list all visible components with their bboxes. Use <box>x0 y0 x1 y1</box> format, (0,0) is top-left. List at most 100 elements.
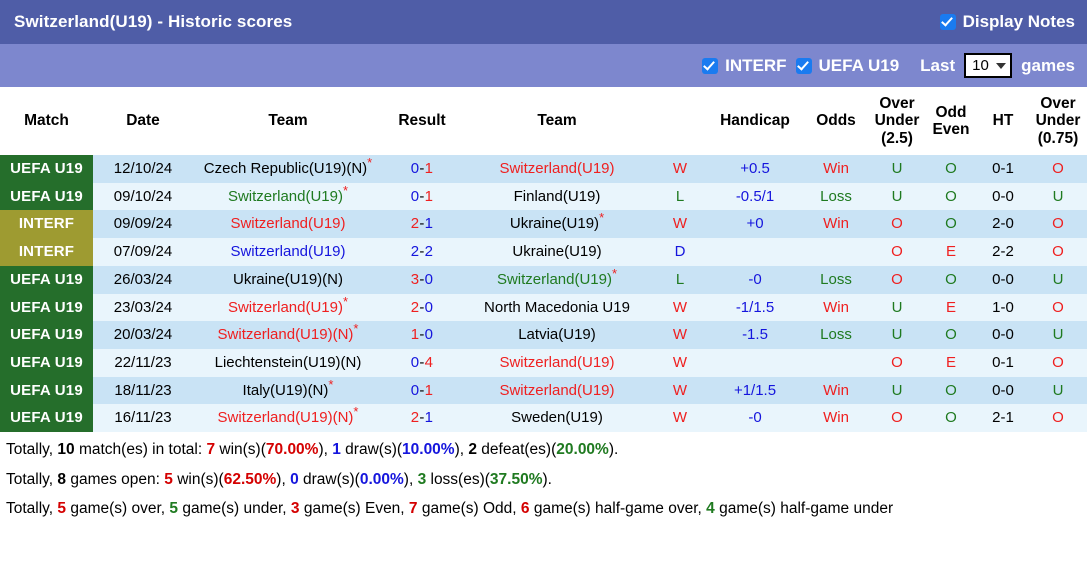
cell-team-away[interactable]: Finland(U19) <box>461 183 653 211</box>
cell-score: 1-0 <box>383 321 461 349</box>
table-row[interactable]: UEFA U1909/10/24Switzerland(U19)*0-1Finl… <box>0 183 1087 211</box>
cell-over-under-075: O <box>1029 349 1087 377</box>
uefa-filter[interactable]: UEFA U19 <box>796 56 900 76</box>
col-header-over-under-075[interactable]: Over Under (0.75) <box>1029 87 1087 155</box>
cell-odds: Win <box>803 210 869 238</box>
cell-team-away[interactable]: Switzerland(U19) <box>461 155 653 183</box>
last-label: Last <box>920 56 955 76</box>
page-title: Switzerland(U19) - Historic scores <box>14 12 292 32</box>
summary-l3-half-under: 4 <box>706 500 715 517</box>
table-row[interactable]: UEFA U1912/10/24Czech Republic(U19)(N)*0… <box>0 155 1087 183</box>
cell-match-type[interactable]: UEFA U19 <box>0 155 93 183</box>
cell-team-home[interactable]: Switzerland(U19) <box>193 210 383 238</box>
cell-over-under-25: U <box>869 183 925 211</box>
table-row[interactable]: INTERF09/09/24Switzerland(U19)2-1Ukraine… <box>0 210 1087 238</box>
table-row[interactable]: UEFA U1926/03/24Ukraine(U19)(N)3-0Switze… <box>0 266 1087 294</box>
score-away: 1 <box>425 215 434 232</box>
cell-team-away[interactable]: Ukraine(U19) <box>461 238 653 266</box>
cell-match-type[interactable]: UEFA U19 <box>0 266 93 294</box>
table-row[interactable]: UEFA U1916/11/23Switzerland(U19)(N)*2-1S… <box>0 404 1087 432</box>
team-home-name: Switzerland(U19)(N) <box>218 409 354 426</box>
score-away: 1 <box>425 160 434 177</box>
ou075-line2: Under <box>1036 112 1081 129</box>
cell-match-type[interactable]: UEFA U19 <box>0 294 93 322</box>
display-notes-checkbox-icon[interactable] <box>940 14 956 30</box>
cell-team-home[interactable]: Switzerland(U19)* <box>193 294 383 322</box>
table-row[interactable]: UEFA U1922/11/23Liechtenstein(U19)(N)0-4… <box>0 349 1087 377</box>
summary-l2-total: 8 <box>57 471 66 488</box>
cell-team-away[interactable]: North Macedonia U19 <box>461 294 653 322</box>
col-header-over-under-25[interactable]: Over Under (2.5) <box>869 87 925 155</box>
team-away-name: Ukraine(U19) <box>510 215 599 232</box>
cell-match-type[interactable]: UEFA U19 <box>0 349 93 377</box>
cell-over-under-075: O <box>1029 294 1087 322</box>
summary-l2-p5: draw(s)( <box>299 471 360 488</box>
table-row[interactable]: UEFA U1923/03/24Switzerland(U19)*2-0Nort… <box>0 294 1087 322</box>
team-home-name: Liechtenstein(U19)(N) <box>215 354 362 371</box>
cell-team-away[interactable]: Switzerland(U19) <box>461 349 653 377</box>
table-row[interactable]: UEFA U1918/11/23Italy(U19)(N)*0-1Switzer… <box>0 377 1087 405</box>
cell-match-type[interactable]: INTERF <box>0 210 93 238</box>
col-header-odds[interactable]: Odds <box>803 87 869 155</box>
cell-match-type[interactable]: UEFA U19 <box>0 183 93 211</box>
summary-l1-p2: match(es) in total: <box>75 441 207 458</box>
cell-team-home[interactable]: Ukraine(U19)(N) <box>193 266 383 294</box>
summary-l3-p7: game(s) half-game under <box>715 500 893 517</box>
cell-team-away[interactable]: Switzerland(U19) <box>461 377 653 405</box>
cell-odds: Win <box>803 155 869 183</box>
cell-team-home[interactable]: Liechtenstein(U19)(N) <box>193 349 383 377</box>
games-count-select[interactable]: 10 <box>964 53 1012 78</box>
cell-over-under-075: O <box>1029 404 1087 432</box>
cell-team-home[interactable]: Italy(U19)(N)* <box>193 377 383 405</box>
table-row[interactable]: UEFA U1920/03/24Switzerland(U19)(N)*1-0L… <box>0 321 1087 349</box>
historic-scores-table: Match Date Team Result Team Handicap Odd… <box>0 87 1087 432</box>
summary-l1-p1: Totally, <box>6 441 57 458</box>
cell-match-type[interactable]: INTERF <box>0 238 93 266</box>
summary-l1-p7: defeat(es)( <box>477 441 556 458</box>
score-away: 1 <box>425 382 434 399</box>
interf-filter[interactable]: INTERF <box>702 56 786 76</box>
col-header-handicap[interactable]: Handicap <box>707 87 803 155</box>
col-header-ht[interactable]: HT <box>977 87 1029 155</box>
uefa-checkbox-icon[interactable] <box>796 58 812 74</box>
cell-team-home[interactable]: Switzerland(U19)* <box>193 183 383 211</box>
cell-score: 0-1 <box>383 183 461 211</box>
summary-l2-p1: Totally, <box>6 471 57 488</box>
display-notes-toggle[interactable]: Display Notes <box>940 12 1075 32</box>
cell-over-under-075: U <box>1029 183 1087 211</box>
col-header-result[interactable]: Result <box>383 87 461 155</box>
cell-team-home[interactable]: Switzerland(U19) <box>193 238 383 266</box>
cell-team-away[interactable]: Ukraine(U19)* <box>461 210 653 238</box>
col-header-date[interactable]: Date <box>93 87 193 155</box>
table-row[interactable]: INTERF07/09/24Switzerland(U19)2-2Ukraine… <box>0 238 1087 266</box>
cell-date: 09/10/24 <box>93 183 193 211</box>
team-home-name: Czech Republic(U19)(N) <box>204 160 367 177</box>
cell-odd-even: E <box>925 294 977 322</box>
col-header-match[interactable]: Match <box>0 87 93 155</box>
note-star-icon: * <box>343 294 348 309</box>
col-header-team-home[interactable]: Team <box>193 87 383 155</box>
cell-team-away[interactable]: Latvia(U19) <box>461 321 653 349</box>
summary-l1-defeats: 2 <box>468 441 477 458</box>
cell-match-type[interactable]: UEFA U19 <box>0 377 93 405</box>
cell-team-home[interactable]: Czech Republic(U19)(N)* <box>193 155 383 183</box>
team-away-name: Switzerland(U19) <box>499 354 614 371</box>
cell-odds <box>803 238 869 266</box>
cell-team-away[interactable]: Sweden(U19) <box>461 404 653 432</box>
summary-l1-wins: 7 <box>206 441 215 458</box>
col-header-odd-even[interactable]: Odd Even <box>925 87 977 155</box>
cell-team-away[interactable]: Switzerland(U19)* <box>461 266 653 294</box>
cell-team-home[interactable]: Switzerland(U19)(N)* <box>193 404 383 432</box>
cell-team-home[interactable]: Switzerland(U19)(N)* <box>193 321 383 349</box>
note-star-icon: * <box>328 377 333 392</box>
team-away-name: Ukraine(U19) <box>512 243 601 260</box>
col-header-team-away[interactable]: Team <box>461 87 653 155</box>
cell-match-type[interactable]: UEFA U19 <box>0 404 93 432</box>
cell-odd-even: E <box>925 238 977 266</box>
summary-l1-wins-pct: 70.00% <box>266 441 319 458</box>
interf-checkbox-icon[interactable] <box>702 58 718 74</box>
cell-over-under-25: U <box>869 321 925 349</box>
cell-odds <box>803 349 869 377</box>
cell-odds: Win <box>803 377 869 405</box>
cell-match-type[interactable]: UEFA U19 <box>0 321 93 349</box>
